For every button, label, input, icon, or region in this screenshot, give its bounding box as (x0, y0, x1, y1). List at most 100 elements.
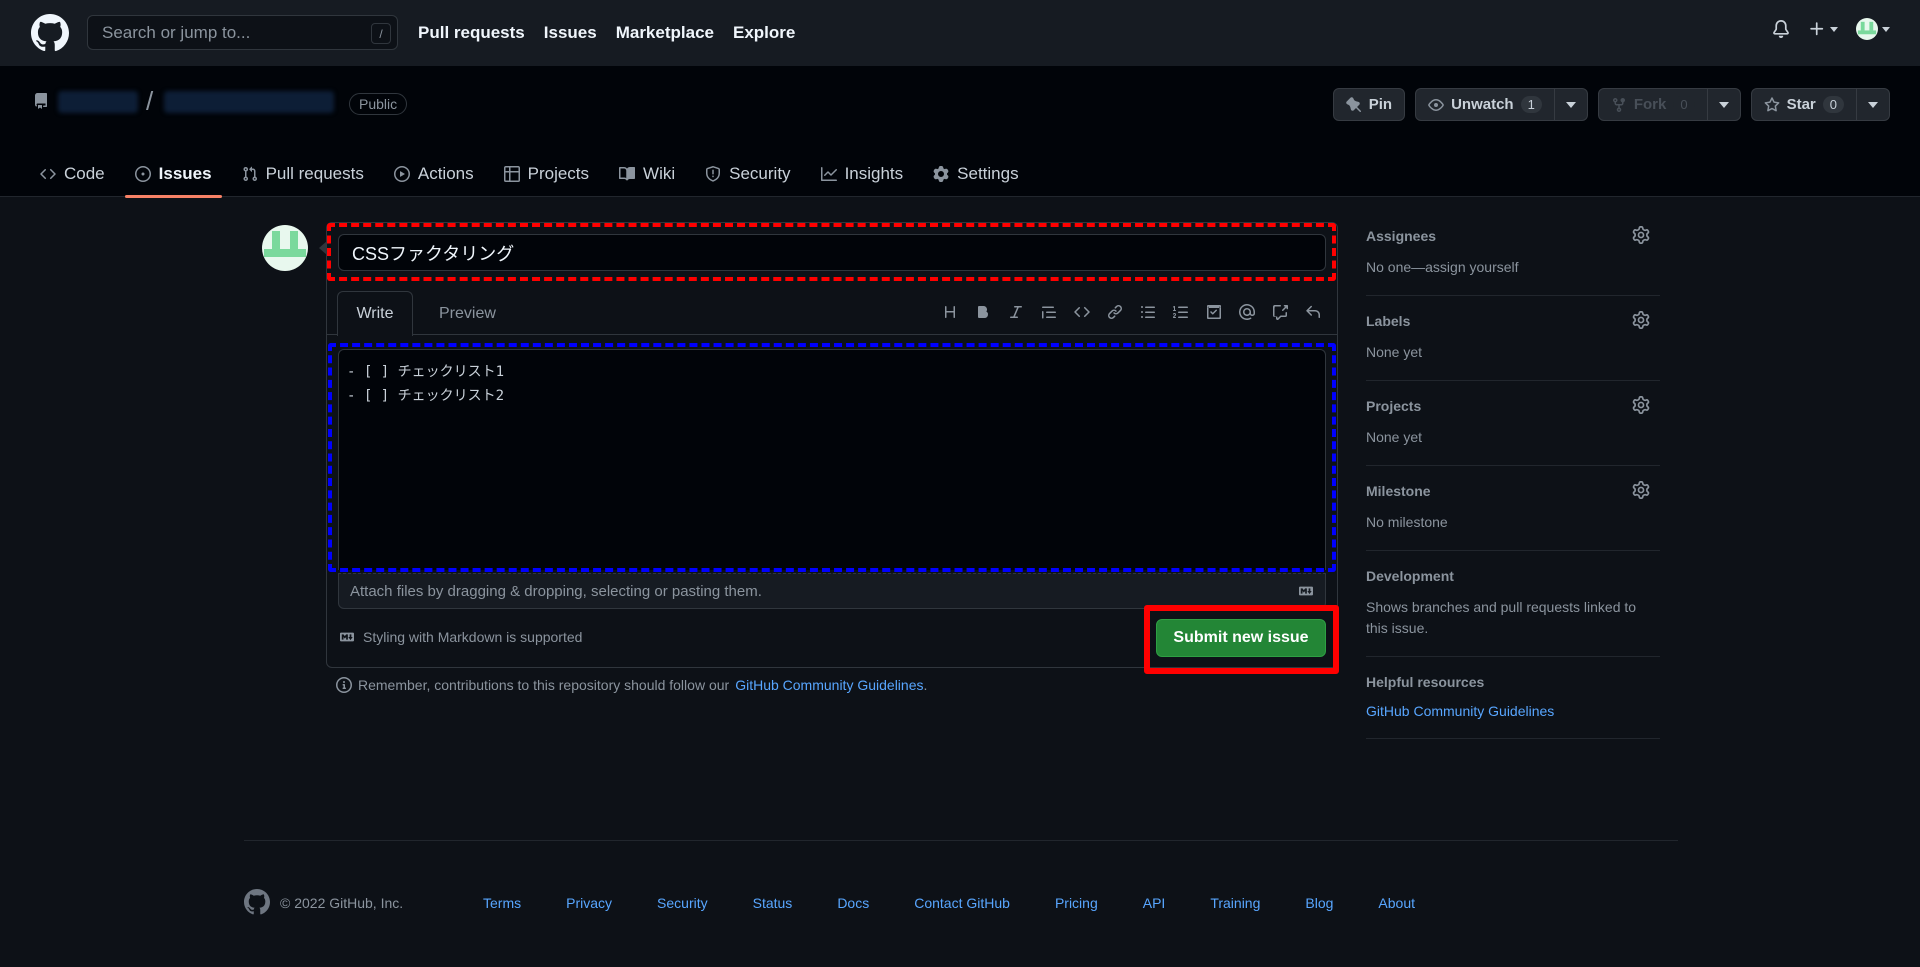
repo-owner-redacted[interactable] (58, 91, 138, 113)
footer-link-api[interactable]: API (1143, 895, 1166, 911)
footer-link-about[interactable]: About (1378, 895, 1415, 911)
issue-title-input[interactable]: CSSファクタリング (338, 234, 1326, 271)
development-value: Shows branches and pull requests linked … (1366, 599, 1637, 636)
avatar (1856, 18, 1878, 40)
fork-button-group: Fork 0 (1597, 88, 1741, 121)
sidebar-projects: Projects None yet (1366, 396, 1660, 466)
footer-link-training[interactable]: Training (1210, 895, 1260, 911)
assignees-value[interactable]: No one—assign yourself (1366, 257, 1660, 278)
footer-link-blog[interactable]: Blog (1305, 895, 1333, 911)
heading-icon[interactable] (940, 302, 960, 322)
copyright: © 2022 GitHub, Inc. (280, 895, 404, 911)
fork-dropdown-button[interactable] (1707, 88, 1741, 121)
markdown-support-note[interactable]: Styling with Markdown is supported (338, 629, 582, 645)
nav-issues[interactable]: Issues (544, 23, 597, 43)
tab-wiki[interactable]: Wiki (609, 150, 685, 197)
search-input[interactable]: Search or jump to... / (87, 15, 398, 50)
code-icon[interactable] (1072, 302, 1092, 322)
watch-button-group: Unwatch 1 (1415, 88, 1588, 121)
header-actions (1772, 18, 1890, 40)
plus-icon (1808, 20, 1826, 38)
footer-link-privacy[interactable]: Privacy (566, 895, 612, 911)
tab-pull-requests[interactable]: Pull requests (232, 150, 374, 197)
footer: © 2022 GitHub, Inc. Terms Privacy Securi… (244, 840, 1678, 920)
gear-icon[interactable] (1632, 311, 1650, 329)
sidebar-assignees: Assignees No one—assign yourself (1366, 226, 1660, 296)
community-guidelines-link[interactable]: GitHub Community Guidelines (735, 677, 923, 693)
tab-security[interactable]: Security (695, 150, 800, 197)
milestone-title: Milestone (1366, 483, 1431, 499)
tab-code[interactable]: Code (30, 150, 115, 197)
link-icon[interactable] (1105, 302, 1125, 322)
tab-label: Actions (417, 163, 474, 183)
footer-link-contact[interactable]: Contact GitHub (914, 895, 1010, 911)
fork-count: 0 (1673, 96, 1695, 113)
footer-link-docs[interactable]: Docs (837, 895, 869, 911)
tab-actions[interactable]: Actions (384, 150, 484, 197)
github-logo-icon[interactable] (244, 889, 270, 915)
nav-marketplace[interactable]: Marketplace (616, 23, 714, 43)
code-icon (40, 166, 56, 182)
tab-write[interactable]: Write (337, 291, 413, 336)
unwatch-label: Unwatch (1451, 96, 1514, 113)
tab-settings[interactable]: Settings (923, 150, 1028, 197)
bell-icon[interactable] (1772, 19, 1790, 39)
footer-link-status[interactable]: Status (753, 895, 793, 911)
markdown-icon (1297, 584, 1315, 598)
italic-icon[interactable] (1006, 302, 1026, 322)
pin-button[interactable]: Pin (1332, 88, 1406, 121)
watch-dropdown-button[interactable] (1554, 88, 1588, 121)
unwatch-button[interactable]: Unwatch 1 (1415, 88, 1555, 121)
footer-link-security[interactable]: Security (657, 895, 708, 911)
reply-icon[interactable] (1303, 302, 1323, 322)
star-dropdown-button[interactable] (1857, 88, 1890, 121)
tab-insights[interactable]: Insights (811, 150, 914, 197)
gear-icon[interactable] (1632, 226, 1650, 244)
quote-icon[interactable] (1039, 302, 1059, 322)
issue-body-textarea[interactable]: - [ ] チェックリスト1 - [ ] チェックリスト2 (338, 349, 1326, 570)
eye-icon (1428, 97, 1444, 113)
star-count: 0 (1822, 96, 1844, 113)
ordered-list-icon[interactable] (1171, 302, 1191, 322)
tab-label: Issues (158, 163, 212, 183)
tab-label: Insights (844, 163, 904, 183)
github-logo-icon[interactable] (31, 14, 69, 52)
chevron-down-icon (1718, 101, 1729, 108)
fork-button[interactable]: Fork 0 (1597, 88, 1708, 121)
helpful-guidelines-link[interactable]: GitHub Community Guidelines (1366, 703, 1554, 719)
issue-title-value: CSSファクタリング (352, 243, 515, 264)
gear-icon[interactable] (1632, 481, 1650, 499)
footer-link-terms[interactable]: Terms (483, 895, 521, 911)
tab-preview[interactable]: Preview (439, 291, 496, 336)
mention-icon[interactable] (1237, 302, 1257, 322)
author-avatar (262, 225, 308, 271)
user-menu[interactable] (1856, 18, 1890, 40)
gear-icon[interactable] (1632, 396, 1650, 414)
issue-icon (134, 165, 151, 182)
tab-projects[interactable]: Projects (494, 150, 599, 197)
chevron-down-icon (1830, 26, 1838, 32)
sidebar-labels: Labels None yet (1366, 311, 1660, 381)
sidebar-development: Development Shows branches and pull requ… (1366, 568, 1660, 657)
tab-label: Code (64, 163, 105, 183)
repo-name-redacted[interactable] (164, 91, 334, 113)
nav-explore[interactable]: Explore (733, 23, 795, 43)
nav-pull-requests[interactable]: Pull requests (418, 23, 525, 43)
body-line: - [ ] チェックリスト2 (347, 388, 505, 404)
footer-link-pricing[interactable]: Pricing (1055, 895, 1098, 911)
unordered-list-icon[interactable] (1138, 302, 1158, 322)
file-attach-area[interactable]: Attach files by dragging & dropping, sel… (338, 573, 1326, 609)
create-new-menu[interactable] (1808, 20, 1838, 38)
cross-reference-icon[interactable] (1270, 302, 1290, 322)
star-button[interactable]: Star 0 (1750, 88, 1857, 121)
task-list-icon[interactable] (1204, 302, 1224, 322)
contribution-note: Remember, contributions to this reposito… (336, 677, 927, 693)
submit-new-issue-button[interactable]: Submit new issue (1156, 619, 1326, 657)
bold-icon[interactable] (973, 302, 993, 322)
play-icon (393, 165, 410, 182)
info-icon (336, 677, 352, 693)
pull-request-icon (242, 166, 258, 182)
tab-issues[interactable]: Issues (124, 150, 222, 198)
search-shortcut-key: / (371, 23, 391, 44)
markdown-icon (338, 630, 356, 644)
